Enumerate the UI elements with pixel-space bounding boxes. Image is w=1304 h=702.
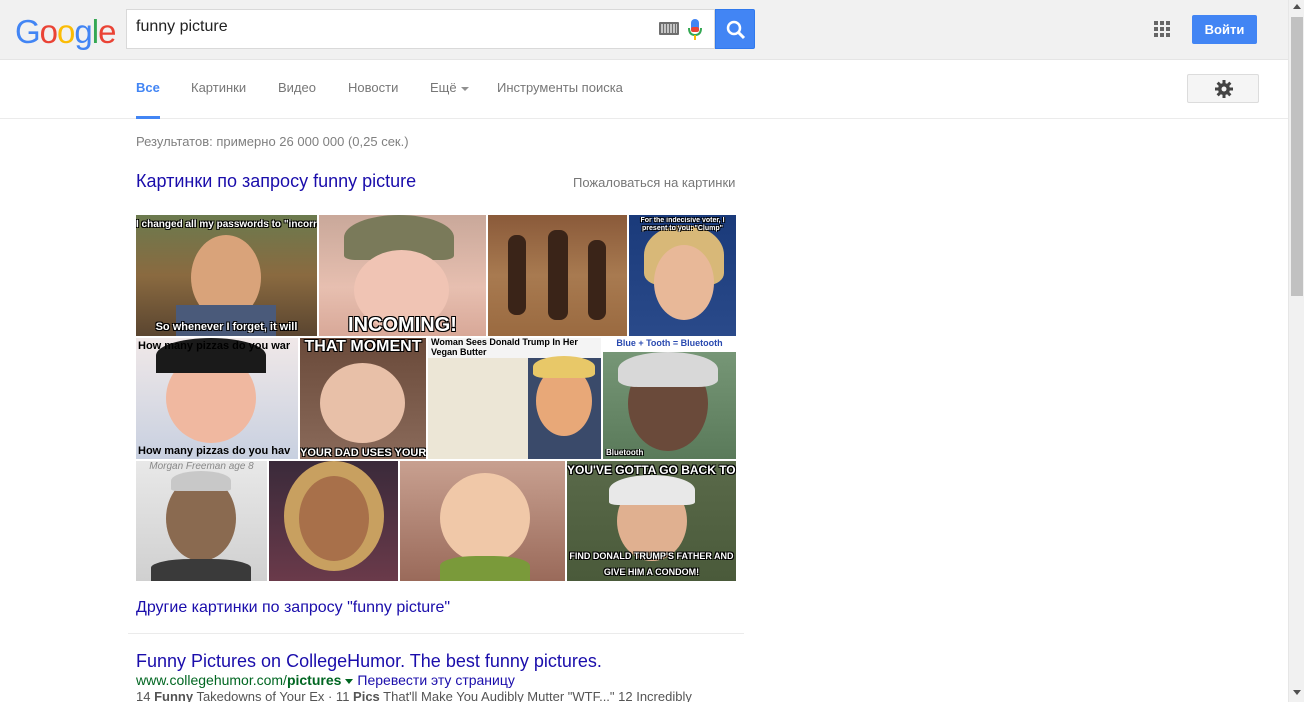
signin-button[interactable]: Войти xyxy=(1192,15,1257,44)
thumbnail-caption: Blue + Tooth = Bluetooth xyxy=(616,339,723,348)
image-thumbnail[interactable]: YOU'VE GOTTA GO BACK TO 1945 FIND DONALD… xyxy=(567,461,736,581)
thumbnail-caption: Woman Sees Donald Trump In Her Vegan But… xyxy=(431,338,578,357)
logo-letter: G xyxy=(15,13,41,50)
logo-letter: g xyxy=(74,13,92,50)
keyboard-icon[interactable] xyxy=(659,22,679,35)
scroll-thumb[interactable] xyxy=(1291,17,1303,296)
google-logo[interactable]: Google xyxy=(15,13,116,51)
chevron-down-icon[interactable] xyxy=(345,678,354,684)
thumbnail-caption: So whenever I forget, it will xyxy=(155,320,298,333)
tab-more-label: Ещё xyxy=(430,80,457,95)
image-thumbnail[interactable] xyxy=(269,461,398,581)
scroll-up-arrow-icon[interactable] xyxy=(1293,4,1301,9)
image-thumbnail[interactable]: Morgan Freeman age 8 xyxy=(136,461,267,581)
microphone-icon[interactable] xyxy=(687,19,703,41)
tab-video[interactable]: Видео xyxy=(278,60,316,119)
result-title-link[interactable]: Funny Pictures on CollegeHumor. The best… xyxy=(136,651,602,672)
thumbnail-caption: How many pizzas do you hav xyxy=(138,444,291,457)
image-thumbnail[interactable]: Blue + Tooth = Bluetooth Bluetooth xyxy=(603,338,736,459)
logo-letter: o xyxy=(57,13,75,50)
result-url-prefix: www.collegehumor.com/ xyxy=(136,672,287,688)
report-images-link[interactable]: Пожаловаться на картинки xyxy=(573,175,735,190)
tab-news[interactable]: Новости xyxy=(348,60,398,119)
image-thumbnail[interactable] xyxy=(488,215,627,336)
apps-grid-icon[interactable] xyxy=(1154,21,1170,37)
thumbnail-caption: YOU'VE GOTTA GO BACK TO 1945 xyxy=(567,464,736,477)
image-thumbnail[interactable]: I changed all my passwords to "incorrect… xyxy=(136,215,317,336)
thumbnail-caption: THAT MOMENT xyxy=(304,338,422,355)
thumbnail-caption: For the indecisive voter, I present to y… xyxy=(640,217,725,232)
scrollbar[interactable] xyxy=(1288,0,1304,702)
image-thumbnail[interactable] xyxy=(400,461,565,581)
logo-letter: o xyxy=(39,13,58,50)
thumbnail-caption: Bluetooth xyxy=(606,449,644,458)
image-thumbnail[interactable]: For the indecisive voter, I present to y… xyxy=(629,215,736,336)
results-stats: Результатов: примерно 26 000 000 (0,25 с… xyxy=(136,134,409,149)
logo-letter: e xyxy=(98,13,116,50)
chevron-down-icon xyxy=(460,86,469,91)
search-icon xyxy=(726,20,746,40)
thumbnail-caption: FIND DONALD TRUMP'S FATHER AND GIVE HIM … xyxy=(569,551,734,577)
image-thumbnail[interactable]: Woman Sees Donald Trump In Her Vegan But… xyxy=(428,338,601,459)
more-images-link[interactable]: Другие картинки по запросу "funny pictur… xyxy=(136,599,450,617)
result-url: www.collegehumor.com/pictures Перевести э… xyxy=(136,672,515,688)
divider xyxy=(128,633,744,634)
result-snippet: 14 Funny Takedowns of Your Ex · 11 Pics … xyxy=(136,689,692,702)
thumbnail-caption: Morgan Freeman age 8 xyxy=(149,461,254,472)
thumbnail-caption: I changed all my passwords to "incorrect… xyxy=(136,219,317,230)
search-tabs: Все Картинки Видео Новости Ещё Инструмен… xyxy=(0,60,1288,119)
image-thumbnail[interactable]: How many pizzas do you war How many pizz… xyxy=(136,338,298,459)
tab-search-tools[interactable]: Инструменты поиска xyxy=(497,60,623,119)
gear-icon xyxy=(1215,80,1233,98)
tab-all[interactable]: Все xyxy=(136,60,160,119)
image-thumbnail[interactable]: THAT MOMENT YOUR DAD USES YOUR P xyxy=(300,338,426,459)
tab-more[interactable]: Ещё xyxy=(430,60,469,119)
top-bar: Google Войти xyxy=(0,0,1288,60)
result-url-bold: pictures xyxy=(286,672,342,688)
settings-button[interactable] xyxy=(1187,74,1259,103)
tab-images[interactable]: Картинки xyxy=(191,60,246,119)
image-thumbnail[interactable]: INCOMING! xyxy=(319,215,486,336)
search-button[interactable] xyxy=(715,9,755,49)
search-input[interactable] xyxy=(136,18,636,36)
thumbnail-caption: YOUR DAD USES YOUR P xyxy=(300,446,426,459)
images-heading-link[interactable]: Картинки по запросу funny picture xyxy=(136,171,416,192)
scroll-down-arrow-icon[interactable] xyxy=(1293,690,1301,695)
thumbnail-caption: How many pizzas do you war xyxy=(138,340,291,352)
thumbnail-caption: INCOMING! xyxy=(348,314,457,336)
translate-page-link[interactable]: Перевести эту страницу xyxy=(357,672,514,688)
search-box[interactable] xyxy=(126,9,715,49)
